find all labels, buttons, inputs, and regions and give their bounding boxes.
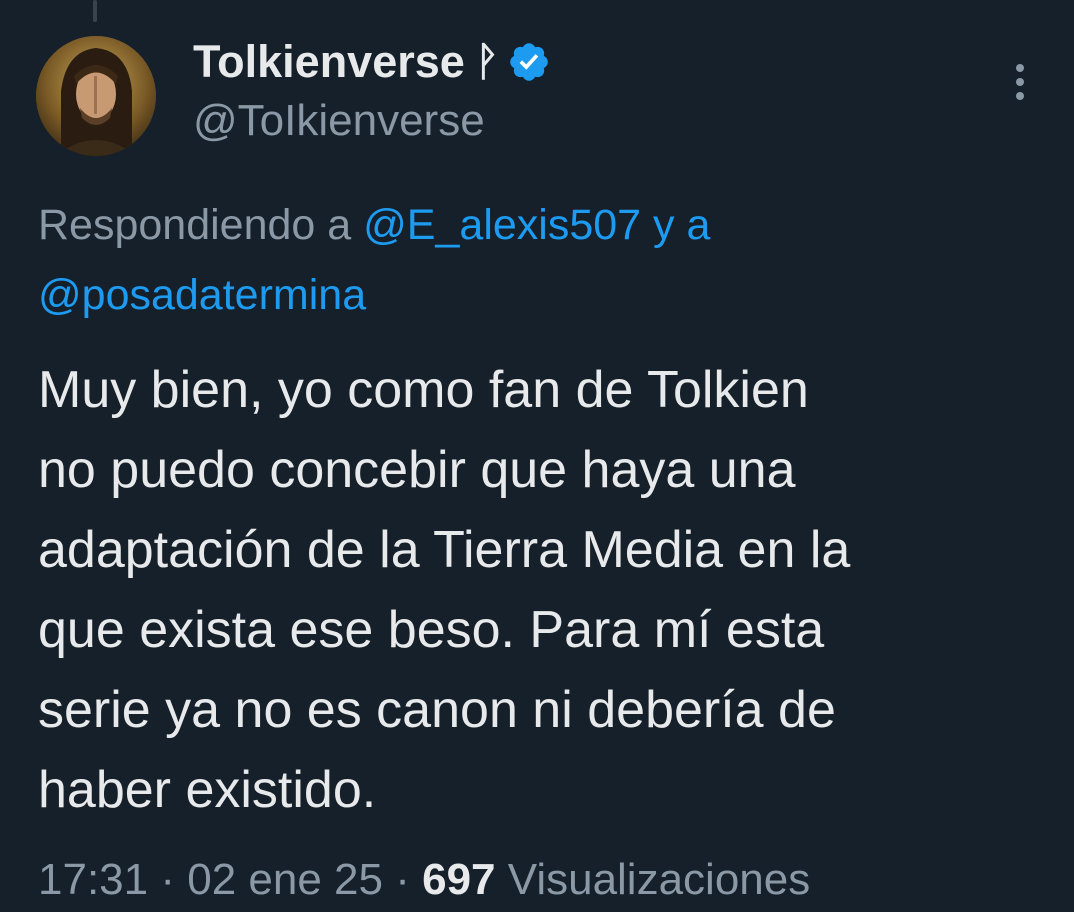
mention-link-2[interactable]: @posadatermina xyxy=(38,271,366,319)
author-handle[interactable]: @ToIkienverse xyxy=(193,96,485,146)
tweet-time[interactable]: 17:31 xyxy=(38,855,148,904)
mention-link-1[interactable]: @E_alexis507 xyxy=(363,201,641,249)
avatar-image xyxy=(36,36,156,156)
views-count[interactable]: 697 xyxy=(422,855,495,904)
avatar[interactable] xyxy=(36,36,156,156)
author-name-row[interactable]: Tolkienverse ᚹ xyxy=(193,34,551,90)
tweet-text-line: que exista ese beso. Para mí esta xyxy=(38,601,825,659)
replying-to: Respondiendo a @E_alexis507 y a @posadat… xyxy=(38,190,1038,330)
tweet-date[interactable]: 02 ene 25 xyxy=(187,855,383,904)
tweet-text-line: Muy bien, yo como fan de Tolkien xyxy=(38,361,809,419)
name-rune: ᚹ xyxy=(474,39,499,84)
tweet-text-line: adaptación de la Tierra Media en la xyxy=(38,521,851,579)
verified-badge-icon[interactable] xyxy=(507,40,551,84)
meta-separator: · xyxy=(160,855,175,904)
meta-separator: · xyxy=(395,855,410,904)
tweet-meta: 17:31 · 02 ene 25 · 697 Visualizaciones xyxy=(38,852,810,908)
tweet-text-line: serie ya no es canon ni debería de xyxy=(38,681,836,739)
tweet-text-line: no puedo concebir que haya una xyxy=(38,441,796,499)
reply-connector[interactable]: y a xyxy=(653,201,710,249)
thread-connector-line xyxy=(93,0,97,22)
views-label[interactable]: Visualizaciones xyxy=(508,855,810,904)
tweet-text: Muy bien, yo como fan de Tolkien no pued… xyxy=(38,350,1048,830)
tweet-text-line: haber existido. xyxy=(38,761,377,819)
display-name[interactable]: Tolkienverse xyxy=(193,36,465,88)
more-vertical-icon[interactable] xyxy=(1006,62,1034,102)
reply-prefix: Respondiendo a xyxy=(38,201,352,249)
